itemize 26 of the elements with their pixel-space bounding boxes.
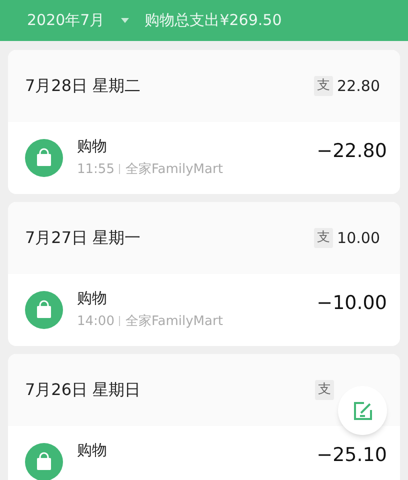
transaction-row[interactable]: 购物 −25.10: [8, 426, 400, 480]
transaction-amount: −25.10: [316, 443, 387, 468]
expense-tag: 支: [314, 228, 334, 248]
day-date: 7月26日 星期日: [25, 379, 141, 401]
transaction-row[interactable]: 购物 14:00 全家FamilyMart −10.00: [8, 274, 400, 346]
expense-tag: 支: [315, 380, 334, 400]
transaction-time: 14:00: [77, 312, 114, 330]
day-total: 10.00: [337, 228, 380, 249]
dropdown-icon[interactable]: [120, 18, 129, 24]
expense-tag: 支: [314, 76, 334, 96]
shopping-bag-icon: [25, 291, 63, 329]
merchant-name: 全家FamilyMart: [125, 312, 223, 330]
category-name: 购物: [77, 288, 108, 309]
total-expense-summary: 购物总支出¥269.50: [144, 10, 282, 32]
day-total: 22.80: [337, 76, 380, 97]
day-date: 7月28日 星期二: [25, 75, 141, 97]
category-name: 购物: [77, 440, 108, 461]
transaction-amount: −22.80: [316, 139, 387, 164]
category-name: 购物: [77, 136, 108, 157]
transaction-row[interactable]: 购物 11:55 全家FamilyMart −22.80: [8, 122, 400, 194]
day-date: 7月27日 星期一: [25, 227, 141, 249]
edit-icon: [352, 400, 372, 420]
merchant-name: 全家FamilyMart: [125, 160, 223, 178]
shopping-bag-icon: [25, 139, 63, 177]
transaction-time: 11:55: [77, 160, 114, 178]
transaction-amount: −10.00: [316, 291, 387, 316]
